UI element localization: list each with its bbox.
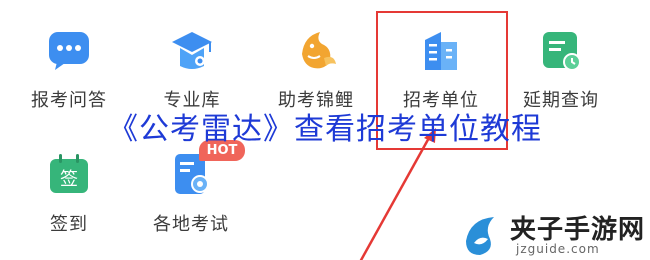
grid-item-koi[interactable]: 助考锦鲤 <box>266 28 366 112</box>
grid-item-postpone-query[interactable]: 延期查询 <box>511 28 611 112</box>
grid-item-major-library[interactable]: 专业库 <box>142 28 242 112</box>
grid-item-label: 报考问答 <box>31 90 107 111</box>
checkin-calendar-icon: 签 <box>47 152 91 196</box>
koi-fish-icon <box>294 28 338 72</box>
grid-item-label: 各地考试 <box>153 214 229 235</box>
grid-item-local-exams[interactable]: 各地考试 <box>141 152 241 236</box>
calendar-clock-icon <box>539 28 583 72</box>
watermark-url: jzguide.com <box>516 242 600 256</box>
grid-item-qa[interactable]: 报考问答 <box>19 28 119 112</box>
graduation-cap-icon <box>170 28 214 72</box>
grid-item-label: 签到 <box>50 214 88 235</box>
watermark-logo-icon <box>466 217 494 255</box>
watermark: 夹子手游网 jzguide.com <box>460 205 650 260</box>
checkin-glyph: 签 <box>60 169 78 190</box>
chat-bubble-icon <box>47 28 91 72</box>
grid-item-checkin[interactable]: 签 签到 <box>19 152 119 236</box>
watermark-name: 夹子手游网 <box>510 215 646 245</box>
tutorial-title: 《公考雷达》查看招考单位教程 <box>108 112 542 147</box>
